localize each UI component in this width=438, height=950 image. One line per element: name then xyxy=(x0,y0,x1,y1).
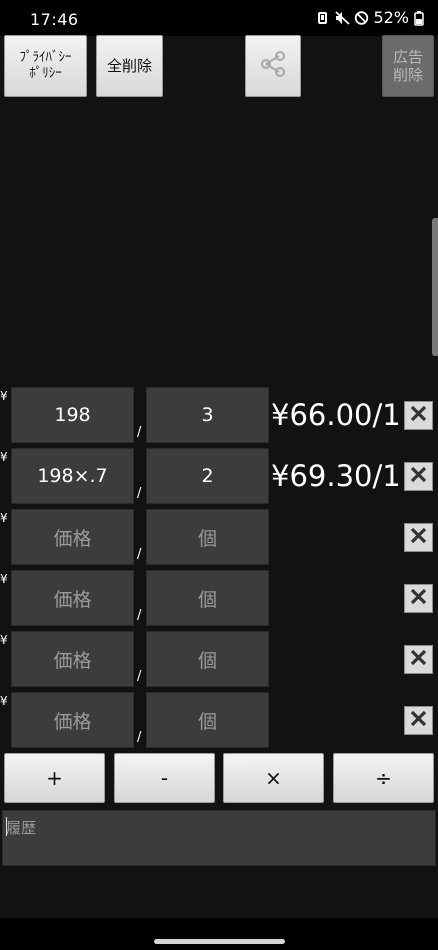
close-icon xyxy=(410,649,427,670)
separator-label: / xyxy=(137,608,142,623)
price-input[interactable]: 価格 xyxy=(11,692,134,748)
price-row: ¥ 価格 / 個 xyxy=(0,509,438,567)
battery-icon xyxy=(414,10,428,26)
currency-label: ¥ xyxy=(0,450,8,464)
currency-label: ¥ xyxy=(0,389,8,403)
close-icon xyxy=(410,527,427,548)
battery-percent: 52% xyxy=(373,8,409,27)
delete-row-button[interactable] xyxy=(404,462,433,491)
unit-price-result: ¥66.00/1 xyxy=(271,398,401,432)
share-button[interactable] xyxy=(245,35,301,97)
price-input[interactable]: 価格 xyxy=(11,631,134,687)
separator-label: / xyxy=(137,547,142,562)
clear-all-button[interactable]: 全削除 xyxy=(96,35,163,97)
close-icon xyxy=(410,588,427,609)
mute-icon xyxy=(335,10,351,26)
price-input[interactable]: 198×.7 xyxy=(11,448,134,504)
price-row: ¥ 198×.7 / 2 ¥69.30/1 xyxy=(0,448,438,506)
do-not-disturb-icon xyxy=(354,10,369,26)
separator-label: / xyxy=(137,730,142,745)
close-icon xyxy=(410,466,427,487)
delete-row-button[interactable] xyxy=(404,706,433,735)
currency-label: ¥ xyxy=(0,572,8,586)
separator-label: / xyxy=(137,425,142,440)
price-row: ¥ 価格 / 個 xyxy=(0,631,438,689)
share-icon xyxy=(258,49,288,83)
app-screen: 17:46 52% ﾌﾟﾗｲﾊﾞｼｰ ﾎﾟﾘｼｰ 全削除 広告 削除 ¥ 198… xyxy=(0,0,438,950)
quantity-input[interactable]: 個 xyxy=(146,631,269,687)
price-input[interactable]: 価格 xyxy=(11,570,134,626)
home-handle[interactable] xyxy=(154,939,285,944)
multiply-button[interactable]: × xyxy=(223,753,324,803)
quantity-input[interactable]: 個 xyxy=(146,692,269,748)
price-input[interactable]: 198 xyxy=(11,387,134,443)
price-row: ¥ 198 / 3 ¥66.00/1 xyxy=(0,387,438,445)
scrollbar-thumb[interactable] xyxy=(432,218,438,356)
quantity-input[interactable]: 3 xyxy=(146,387,269,443)
delete-row-button[interactable] xyxy=(404,523,433,552)
quantity-input[interactable]: 個 xyxy=(146,509,269,565)
privacy-policy-button[interactable]: ﾌﾟﾗｲﾊﾞｼｰ ﾎﾟﾘｼｰ xyxy=(4,35,87,97)
currency-label: ¥ xyxy=(0,694,8,708)
quantity-input[interactable]: 2 xyxy=(146,448,269,504)
separator-label: / xyxy=(137,669,142,684)
unit-price-result: ¥69.30/1 xyxy=(271,459,401,493)
delete-row-button[interactable] xyxy=(404,645,433,674)
price-row: ¥ 価格 / 個 xyxy=(0,692,438,750)
quantity-input[interactable]: 個 xyxy=(146,570,269,626)
delete-row-button[interactable] xyxy=(404,401,433,430)
add-button[interactable]: + xyxy=(4,753,105,803)
currency-label: ¥ xyxy=(0,633,8,647)
status-time: 17:46 xyxy=(30,10,79,29)
battery-saver-icon xyxy=(316,10,330,26)
history-field[interactable]: 履歴 xyxy=(2,810,436,866)
close-icon xyxy=(410,405,427,426)
status-bar: 17:46 52% xyxy=(0,0,438,36)
separator-label: / xyxy=(137,486,142,501)
subtract-button[interactable]: - xyxy=(114,753,215,803)
currency-label: ¥ xyxy=(0,511,8,525)
close-icon xyxy=(410,710,427,731)
history-placeholder: 履歴 xyxy=(6,819,37,837)
navigation-bar xyxy=(0,918,438,950)
remove-ads-button[interactable]: 広告 削除 xyxy=(382,35,434,97)
status-icons: 52% xyxy=(316,8,428,27)
delete-row-button[interactable] xyxy=(404,584,433,613)
price-input[interactable]: 価格 xyxy=(11,509,134,565)
divide-button[interactable]: ÷ xyxy=(333,753,434,803)
text-cursor xyxy=(6,817,7,836)
price-row: ¥ 価格 / 個 xyxy=(0,570,438,628)
